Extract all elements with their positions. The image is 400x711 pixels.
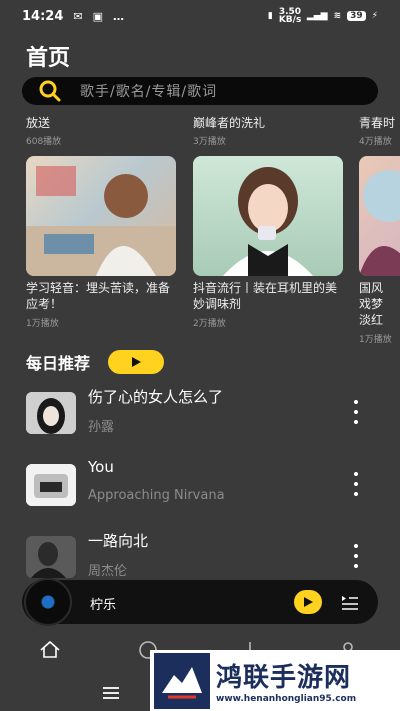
playlist-cover [26, 156, 176, 276]
search-icon [39, 80, 61, 102]
charging-icon: ⚡ [371, 11, 378, 21]
song-row[interactable]: You Approaching Nirvana [0, 458, 400, 518]
playlist-cover [359, 156, 400, 276]
playlist-card[interactable]: 学习轻音：埋头苦读，准备应考！ 1万播放 [26, 156, 176, 329]
playlist-queue-icon[interactable] [340, 592, 360, 612]
signal-icon: ▂▄▆ [306, 11, 328, 21]
search-bar[interactable]: 歌手/歌名/专辑/歌词 [22, 77, 378, 105]
playlist-title: 青春时 [359, 116, 396, 130]
watermark-logo [154, 652, 210, 709]
playlist-card[interactable]: 放送 608播放 [26, 114, 61, 147]
wifi-icon: ≋ [333, 11, 342, 21]
play-icon [304, 597, 313, 607]
watermark-name: 鸿联手游网 [216, 663, 352, 693]
song-artist: 孙露 [88, 420, 115, 435]
status-time: 14:24 [22, 8, 64, 24]
more-options-icon[interactable] [352, 472, 360, 496]
search-placeholder: 歌手/歌名/专辑/歌词 [80, 84, 218, 100]
playlist-title: 学习轻音：埋头苦读，准备应考！ [26, 281, 171, 311]
playlist-card[interactable]: 抖音流行丨装在耳机里的美妙调味剂 2万播放 [193, 156, 343, 329]
playlist-title: 国风戏梦淡红 [359, 281, 384, 327]
page-title: 首页 [26, 46, 71, 71]
watermark-url: www.henanhonglian95.com [216, 694, 357, 704]
playlist-card[interactable]: 青春时 4万播放 [359, 114, 395, 147]
song-title: 一路向北 [88, 532, 149, 550]
network-speed: 3.50 KB/s [278, 7, 302, 25]
play-icon [132, 357, 142, 367]
battery-level: 39 [347, 11, 366, 21]
song-artist: 周杰伦 [88, 564, 128, 579]
playlist-plays: 2万播放 [193, 319, 226, 329]
player-play-button[interactable] [294, 590, 322, 614]
daily-recommend-label: 每日推荐 [26, 354, 91, 373]
playlist-plays: 1万播放 [359, 335, 392, 345]
dots-icon: … [113, 9, 125, 23]
song-cover [26, 536, 76, 578]
playlist-plays: 4万播放 [359, 137, 392, 147]
notification-icon: ▣ [92, 9, 104, 23]
playlist-row-upper: 放送 608播放 巅峰者的洗礼 3万播放 青春时 4万播放 [0, 114, 400, 147]
play-all-button[interactable] [108, 350, 165, 374]
wechat-icon: ✉ [73, 9, 83, 23]
now-playing-title: 柠乐 [90, 598, 117, 613]
vinyl-disc-icon [24, 578, 72, 626]
playlist-plays: 3万播放 [193, 137, 226, 147]
status-bar: 14:24 ✉ ▣ … ▮ 3.50 KB/s ▂▄▆ ≋ 39 ⚡ [0, 0, 400, 32]
more-options-icon[interactable] [352, 400, 360, 424]
playlist-card[interactable]: 巅峰者的洗礼 3万播放 [193, 114, 265, 147]
song-cover [26, 392, 76, 434]
mini-player[interactable]: 柠乐 [22, 578, 378, 626]
song-row[interactable]: 伤了心的女人怎么了 孙露 [0, 386, 400, 446]
more-options-icon[interactable] [352, 544, 360, 568]
playlist-row: 学习轻音：埋头苦读，准备应考！ 1万播放 抖音流行丨装在耳机里的美妙调味剂 2万… [0, 156, 400, 345]
playlist-title: 放送 [26, 116, 51, 130]
watermark: 鸿联手游网 www.henanhonglian95.com [150, 650, 400, 711]
menu-icon[interactable] [102, 686, 120, 700]
song-title: You [88, 458, 114, 476]
playlist-title: 巅峰者的洗礼 [193, 116, 266, 130]
vibrate-icon: ▮ [267, 11, 273, 21]
playlist-plays: 608播放 [26, 137, 62, 147]
playlist-cover [193, 156, 343, 276]
song-cover [26, 464, 76, 506]
playlist-plays: 1万播放 [26, 319, 59, 329]
playlist-title: 抖音流行丨装在耳机里的美妙调味剂 [193, 281, 338, 311]
home-icon[interactable] [38, 638, 62, 662]
daily-recommend-header: 每日推荐 [26, 350, 165, 374]
song-title: 伤了心的女人怎么了 [88, 388, 224, 406]
playlist-card[interactable]: 国风戏梦淡红 1万播放 [359, 156, 400, 345]
song-artist: Approaching Nirvana [88, 488, 225, 503]
